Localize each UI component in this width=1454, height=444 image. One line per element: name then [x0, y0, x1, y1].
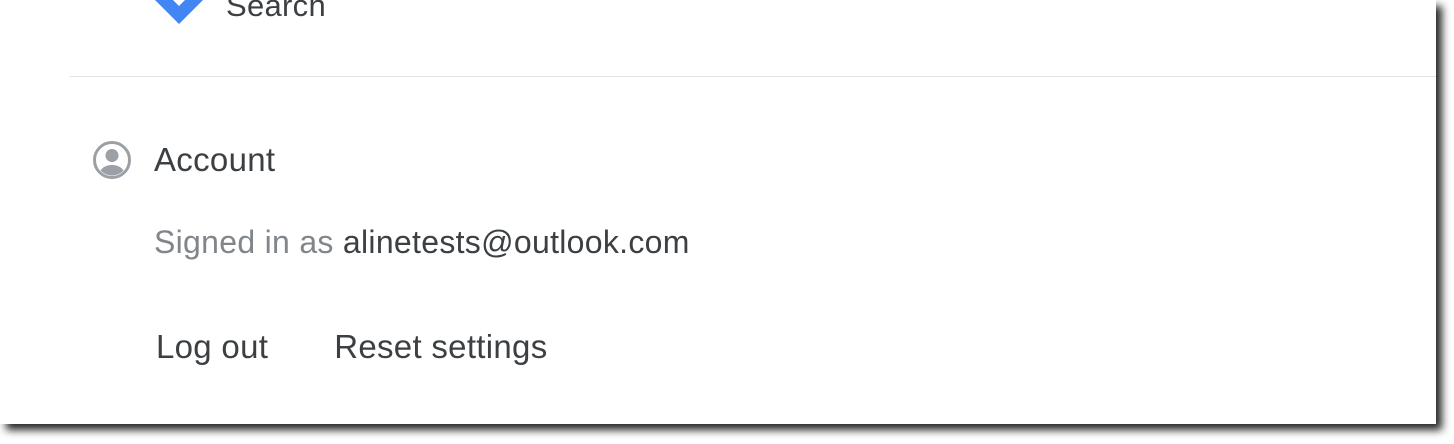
account-actions: Log out Reset settings [156, 328, 548, 366]
search-setting-row[interactable]: Search [154, 0, 326, 26]
account-circle-icon [92, 140, 132, 180]
section-divider [70, 76, 1436, 77]
settings-page: Search Account Signed in as alinetests@o… [0, 0, 1454, 444]
search-label: Search [226, 0, 327, 23]
search-diamond-icon [154, 0, 204, 26]
account-section-title: Account [154, 141, 276, 178]
log-out-button[interactable]: Log out [156, 328, 268, 366]
signed-in-status: Signed in as alinetests@outlook.com [154, 224, 690, 261]
signed-in-prefix: Signed in as [154, 224, 343, 260]
account-section-header: Account [92, 140, 275, 180]
account-email: alinetests@outlook.com [342, 224, 690, 260]
settings-panel: Search Account Signed in as alinetests@o… [0, 0, 1436, 424]
reset-settings-button[interactable]: Reset settings [334, 328, 547, 366]
